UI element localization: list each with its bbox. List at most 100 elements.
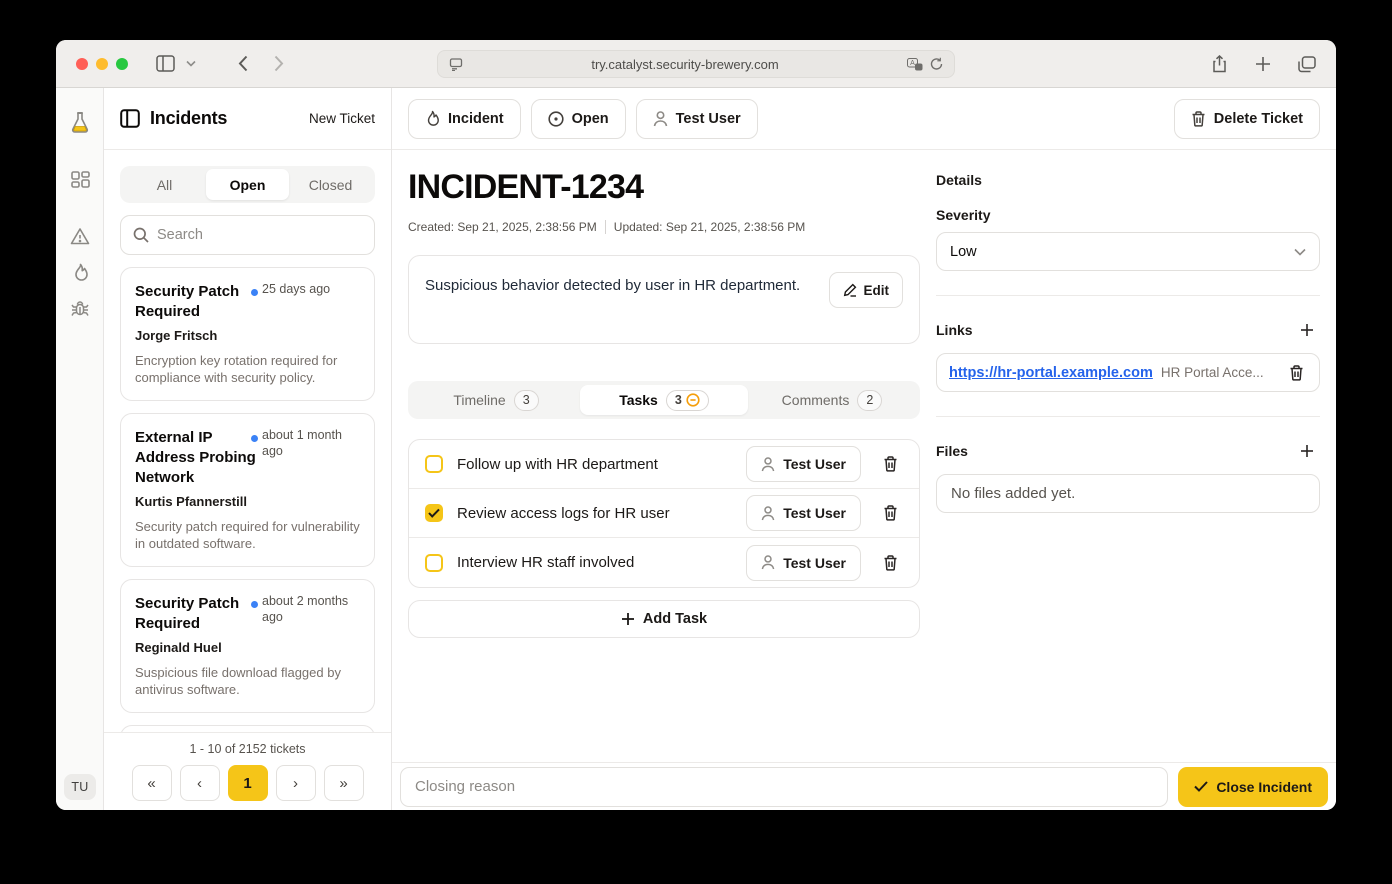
task-label: Interview HR staff involved	[457, 554, 732, 571]
tab-comments[interactable]: Comments 2	[748, 385, 916, 415]
incident-title: INCIDENT-1234	[408, 168, 920, 207]
dashboard-icon[interactable]	[56, 162, 104, 198]
task-label: Follow up with HR department	[457, 456, 732, 473]
prev-page-button[interactable]: ‹	[180, 765, 220, 801]
tab-tasks[interactable]: Tasks 3	[580, 385, 748, 415]
incidents-icon[interactable]	[56, 254, 104, 290]
new-ticket-button[interactable]: New Ticket	[309, 111, 375, 126]
tasks-open-minus-icon	[686, 393, 700, 407]
alerts-icon[interactable]	[56, 218, 104, 254]
ticket-card[interactable]: Security Patch Required about 2 months a…	[120, 579, 375, 713]
url-bar[interactable]: try.catalyst.security-brewery.com A	[437, 50, 955, 78]
status-chip[interactable]: Open	[531, 99, 626, 139]
ticket-title: Security Patch Required	[135, 282, 262, 322]
created-date: Created: Sep 21, 2025, 2:38:56 PM	[408, 220, 597, 234]
panel-toggle-icon[interactable]	[120, 109, 140, 128]
ticket-time: about 2 months ago	[262, 594, 360, 634]
url-text[interactable]: try.catalyst.security-brewery.com	[466, 57, 904, 72]
ticket-author: Jorge Fritsch	[135, 328, 360, 343]
filter-open[interactable]: Open	[206, 169, 289, 200]
task-label: Review access logs for HR user	[457, 505, 732, 522]
search-icon	[133, 227, 149, 243]
delete-task-icon[interactable]	[875, 449, 905, 479]
link-name: HR Portal Acce...	[1161, 365, 1277, 380]
next-page-button[interactable]: ›	[276, 765, 316, 801]
search-input[interactable]	[157, 227, 362, 243]
task-checkbox[interactable]	[425, 554, 443, 572]
task-row: Review access logs for HR user Test User	[409, 489, 919, 538]
ticket-desc: Security patch required for vulnerabilit…	[135, 518, 360, 553]
filter-closed[interactable]: Closed	[289, 169, 372, 200]
back-button[interactable]	[228, 49, 258, 79]
new-tab-icon[interactable]	[1248, 49, 1278, 79]
description-card: Suspicious behavior detected by user in …	[408, 255, 920, 344]
share-icon[interactable]	[1204, 49, 1234, 79]
last-page-button[interactable]: »	[324, 765, 364, 801]
minimize-window-button[interactable]	[96, 58, 108, 70]
close-incident-button[interactable]: Close Incident	[1178, 767, 1328, 807]
reload-icon[interactable]	[926, 49, 946, 79]
delete-task-icon[interactable]	[875, 548, 905, 578]
task-row: Interview HR staff involved Test User	[409, 538, 919, 587]
catalyst-flask-logo-icon[interactable]	[56, 104, 104, 140]
link-url[interactable]: https://hr-portal.example.com	[949, 365, 1153, 381]
ticket-card[interactable]: Malware Infection Found about 2 months a…	[120, 725, 375, 732]
close-window-button[interactable]	[76, 58, 88, 70]
user-avatar[interactable]: TU	[64, 774, 96, 800]
section-divider	[936, 295, 1320, 296]
edit-description-button[interactable]: Edit	[829, 272, 904, 308]
current-page-button[interactable]: 1	[228, 765, 268, 801]
traffic-lights	[76, 58, 128, 70]
details-panel: Details Severity Low Links	[936, 150, 1320, 513]
severity-select[interactable]: Low	[936, 232, 1320, 271]
closing-reason-input[interactable]	[400, 767, 1168, 807]
assignee-label: Test User	[783, 456, 846, 472]
incident-type-label: Incident	[448, 111, 504, 127]
task-checkbox[interactable]	[425, 455, 443, 473]
ticket-card[interactable]: External IP Address Probing Network abou…	[120, 413, 375, 567]
delete-ticket-label: Delete Ticket	[1214, 111, 1303, 127]
task-checkbox[interactable]	[425, 504, 443, 522]
incident-type-chip[interactable]: Incident	[408, 99, 521, 139]
ticket-card[interactable]: Security Patch Required 25 days ago Jorg…	[120, 267, 375, 401]
ticket-desc: Suspicious file download flagged by anti…	[135, 664, 360, 699]
delete-link-icon[interactable]	[1285, 362, 1307, 384]
filter-all[interactable]: All	[123, 169, 206, 200]
forward-button[interactable]	[264, 49, 294, 79]
section-divider	[936, 416, 1320, 417]
tab-count-badge: 3	[514, 390, 539, 411]
sidebar-options-chevron-icon[interactable]	[176, 49, 206, 79]
links-label: Links	[936, 322, 973, 338]
task-assignee-button[interactable]: Test User	[746, 446, 861, 482]
link-item: https://hr-portal.example.com HR Portal …	[936, 353, 1320, 392]
reader-mode-icon[interactable]	[446, 49, 466, 79]
assignee-label: Test User	[783, 555, 846, 571]
close-incident-bar: Close Incident	[392, 762, 1336, 810]
person-icon	[653, 111, 668, 127]
status-label: Open	[572, 111, 609, 127]
date-divider	[605, 220, 606, 234]
tab-timeline[interactable]: Timeline 3	[412, 385, 580, 415]
ticket-search[interactable]	[120, 215, 375, 255]
first-page-button[interactable]: «	[132, 765, 172, 801]
add-file-icon[interactable]	[1294, 438, 1320, 464]
add-link-icon[interactable]	[1294, 317, 1320, 343]
ticket-title: External IP Address Probing Network	[135, 428, 262, 488]
zoom-window-button[interactable]	[116, 58, 128, 70]
owner-chip[interactable]: Test User	[636, 99, 758, 139]
updated-date: Updated: Sep 21, 2025, 2:38:56 PM	[614, 220, 805, 234]
delete-ticket-button[interactable]: Delete Ticket	[1174, 99, 1320, 139]
tab-label: Comments	[782, 392, 850, 408]
translate-icon[interactable]: A	[904, 49, 926, 79]
delete-task-icon[interactable]	[875, 498, 905, 528]
assignee-label: Test User	[783, 505, 846, 521]
ticket-time: 25 days ago	[262, 282, 330, 322]
task-assignee-button[interactable]: Test User	[746, 495, 861, 531]
pagination: 1 - 10 of 2152 tickets « ‹ 1 › »	[104, 732, 391, 810]
ticket-time: about 1 month ago	[262, 428, 360, 488]
add-task-button[interactable]: Add Task	[408, 600, 920, 638]
tab-overview-icon[interactable]	[1292, 49, 1322, 79]
bug-icon[interactable]	[56, 290, 104, 326]
status-dot	[251, 435, 258, 442]
task-assignee-button[interactable]: Test User	[746, 545, 861, 581]
